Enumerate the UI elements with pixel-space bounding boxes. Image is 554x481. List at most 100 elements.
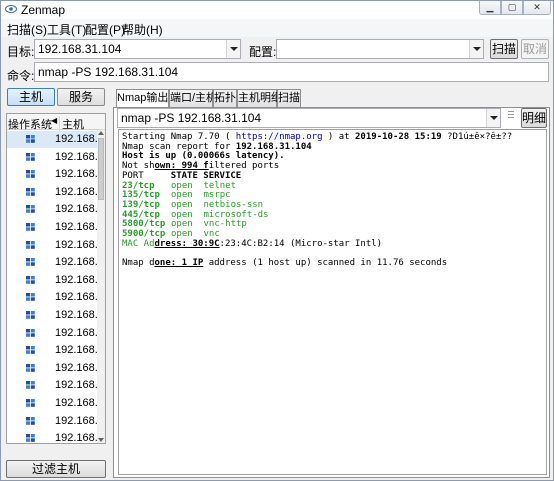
scroll-up-icon[interactable]	[98, 131, 104, 135]
host-ip: 192.168.3	[55, 150, 97, 163]
close-button[interactable]: ✕	[523, 1, 551, 15]
host-ip: 192.168.3	[55, 326, 97, 339]
target-combo[interactable]: 192.168.31.104	[34, 39, 241, 59]
port-service: vnc-http	[203, 219, 247, 230]
menu-bar: 扫描(S) 工具(T) 配置(P) 帮助(H)	[1, 19, 553, 37]
port-service: msrpc	[203, 190, 231, 201]
output-text: Starting Nmap 7.70 (	[122, 132, 236, 142]
drag-grip-icon	[508, 111, 514, 123]
host-row[interactable]: 192.168.3	[7, 360, 97, 377]
host-ip: 192.168.3	[55, 291, 97, 304]
host-row[interactable]: 192.168.3	[7, 237, 97, 254]
column-os-header[interactable]: 操作系统	[8, 116, 52, 132]
command-label: 命令:	[7, 69, 35, 83]
scroll-thumb[interactable]	[98, 138, 104, 200]
host-row[interactable]: 192.168.3	[7, 289, 97, 306]
output-text: iltered ports	[208, 161, 280, 172]
host-ip: 192.168.3	[55, 379, 97, 392]
details-button[interactable]: 明细	[521, 108, 547, 128]
host-row[interactable]: 192.168.3	[7, 131, 97, 148]
host-row[interactable]: 192.168.3	[7, 395, 97, 412]
command-input[interactable]: nmap -PS 192.168.31.104	[34, 62, 549, 82]
output-select-value: nmap -PS 192.168.31.104	[121, 111, 262, 125]
os-windows-icon	[26, 381, 35, 390]
output-url[interactable]: https://nmap.org	[236, 132, 323, 142]
tab-nmap-output[interactable]: Nmap输出	[116, 89, 169, 108]
output-text: :23:4C:B2:14 (Micro-star Intl)	[219, 238, 383, 249]
host-row[interactable]: 192.168.3	[7, 184, 97, 201]
output-text: one: 1 IP	[154, 258, 204, 269]
output-text: ) at	[322, 132, 356, 142]
host-row[interactable]: 192.168.3	[7, 149, 97, 166]
chevron-down-icon[interactable]	[486, 109, 500, 127]
title-bar: Zenmap ▁ ▢ ✕	[1, 1, 553, 19]
scan-button[interactable]: 扫描	[490, 39, 518, 59]
host-ip: 192.168.3	[55, 168, 97, 181]
minimize-icon: ▁	[486, 2, 494, 12]
host-ip: 192.168.3	[55, 432, 97, 444]
menu-help[interactable]: 帮助(H)	[122, 21, 163, 38]
os-windows-icon	[26, 328, 35, 337]
host-ip: 192.168.3	[55, 256, 97, 269]
output-text: MAC Ad	[122, 238, 155, 249]
output-text: Nmap d	[122, 258, 155, 269]
restore-icon: ▢	[507, 2, 517, 12]
chevron-down-icon[interactable]	[469, 40, 483, 58]
os-windows-icon	[26, 416, 35, 425]
host-row[interactable]: 192.168.3	[7, 413, 97, 430]
window-title: Zenmap	[21, 3, 66, 17]
host-row[interactable]: 192.168.3	[7, 307, 97, 324]
host-row[interactable]: 192.168.3	[7, 166, 97, 183]
output-text: Host is up (0.00066s latency).	[122, 151, 285, 162]
host-list-scrollbar[interactable]	[97, 130, 105, 443]
sort-left-icon: ◀	[51, 116, 58, 125]
cancel-button[interactable]: 取消	[521, 39, 549, 59]
host-row[interactable]: 192.168.3	[7, 219, 97, 236]
output-line: Nmap done: 1 IP address (1 host up) scan…	[122, 258, 448, 269]
host-ip: 192.168.3	[55, 344, 97, 357]
output-text: address (1 host up) scanned in 11.76 sec…	[203, 258, 448, 269]
output-select[interactable]: nmap -PS 192.168.31.104	[117, 108, 501, 128]
host-row[interactable]: 192.168.3	[7, 430, 97, 444]
chevron-down-icon[interactable]	[226, 40, 240, 58]
host-list[interactable]: 操作系统 ◀ 主机 192.168.3 192.168.3 192.168.3 192…	[6, 113, 106, 444]
host-list-header: 操作系统 ◀ 主机	[7, 114, 105, 132]
profile-combo[interactable]	[276, 39, 484, 59]
host-row[interactable]: 192.168.3	[7, 325, 97, 342]
host-row[interactable]: 192.168.3	[7, 377, 97, 394]
menu-profile[interactable]: 配置(P)	[85, 21, 125, 38]
column-host-header[interactable]: 主机	[59, 116, 84, 132]
tab-topology[interactable]: 拓扑	[213, 89, 237, 107]
minimize-button[interactable]: ▁	[479, 1, 501, 15]
host-row[interactable]: 192.168.3	[7, 254, 97, 271]
menu-scan[interactable]: 扫描(S)	[7, 21, 47, 38]
tab-scans[interactable]: 扫描	[277, 89, 301, 107]
port-service: netbios-ssn	[203, 199, 264, 210]
host-ip: 192.168.3	[55, 361, 97, 374]
host-row[interactable]: 192.168.3	[7, 272, 97, 289]
output-mac: dress: 30:9C	[154, 238, 220, 249]
scroll-down-icon[interactable]	[98, 438, 104, 442]
host-ip: 192.168.3	[55, 309, 97, 321]
os-windows-icon	[26, 434, 35, 442]
host-row[interactable]: 192.168.3	[7, 201, 97, 218]
os-windows-icon	[26, 223, 35, 231]
hosts-toggle-button[interactable]: 主机	[7, 88, 55, 106]
tab-host-details[interactable]: 主机明细	[237, 89, 282, 107]
close-icon: ✕	[533, 2, 541, 12]
output-text: ?D1ú±ê×?ê±??	[441, 132, 513, 142]
host-ip: 192.168.3	[55, 397, 97, 409]
services-toggle-button[interactable]: 服务	[57, 88, 105, 106]
filter-hosts-button[interactable]: 过滤主机	[6, 460, 106, 478]
maximize-button[interactable]: ▢	[501, 1, 523, 15]
host-ip: 192.168.3	[55, 238, 97, 251]
host-row[interactable]: 192.168.3	[7, 342, 97, 359]
output-text: own: 994 f	[154, 161, 209, 172]
tab-ports-hosts[interactable]: 端口/主机	[169, 89, 217, 107]
nmap-output[interactable]: Starting Nmap 7.70 ( https://nmap.org ) …	[118, 129, 547, 475]
command-value: nmap -PS 192.168.31.104	[38, 65, 179, 79]
host-ip: 192.168.3	[55, 273, 97, 286]
os-windows-icon	[26, 399, 35, 407]
eye-icon	[5, 5, 17, 13]
menu-tools[interactable]: 工具(T)	[47, 21, 86, 38]
